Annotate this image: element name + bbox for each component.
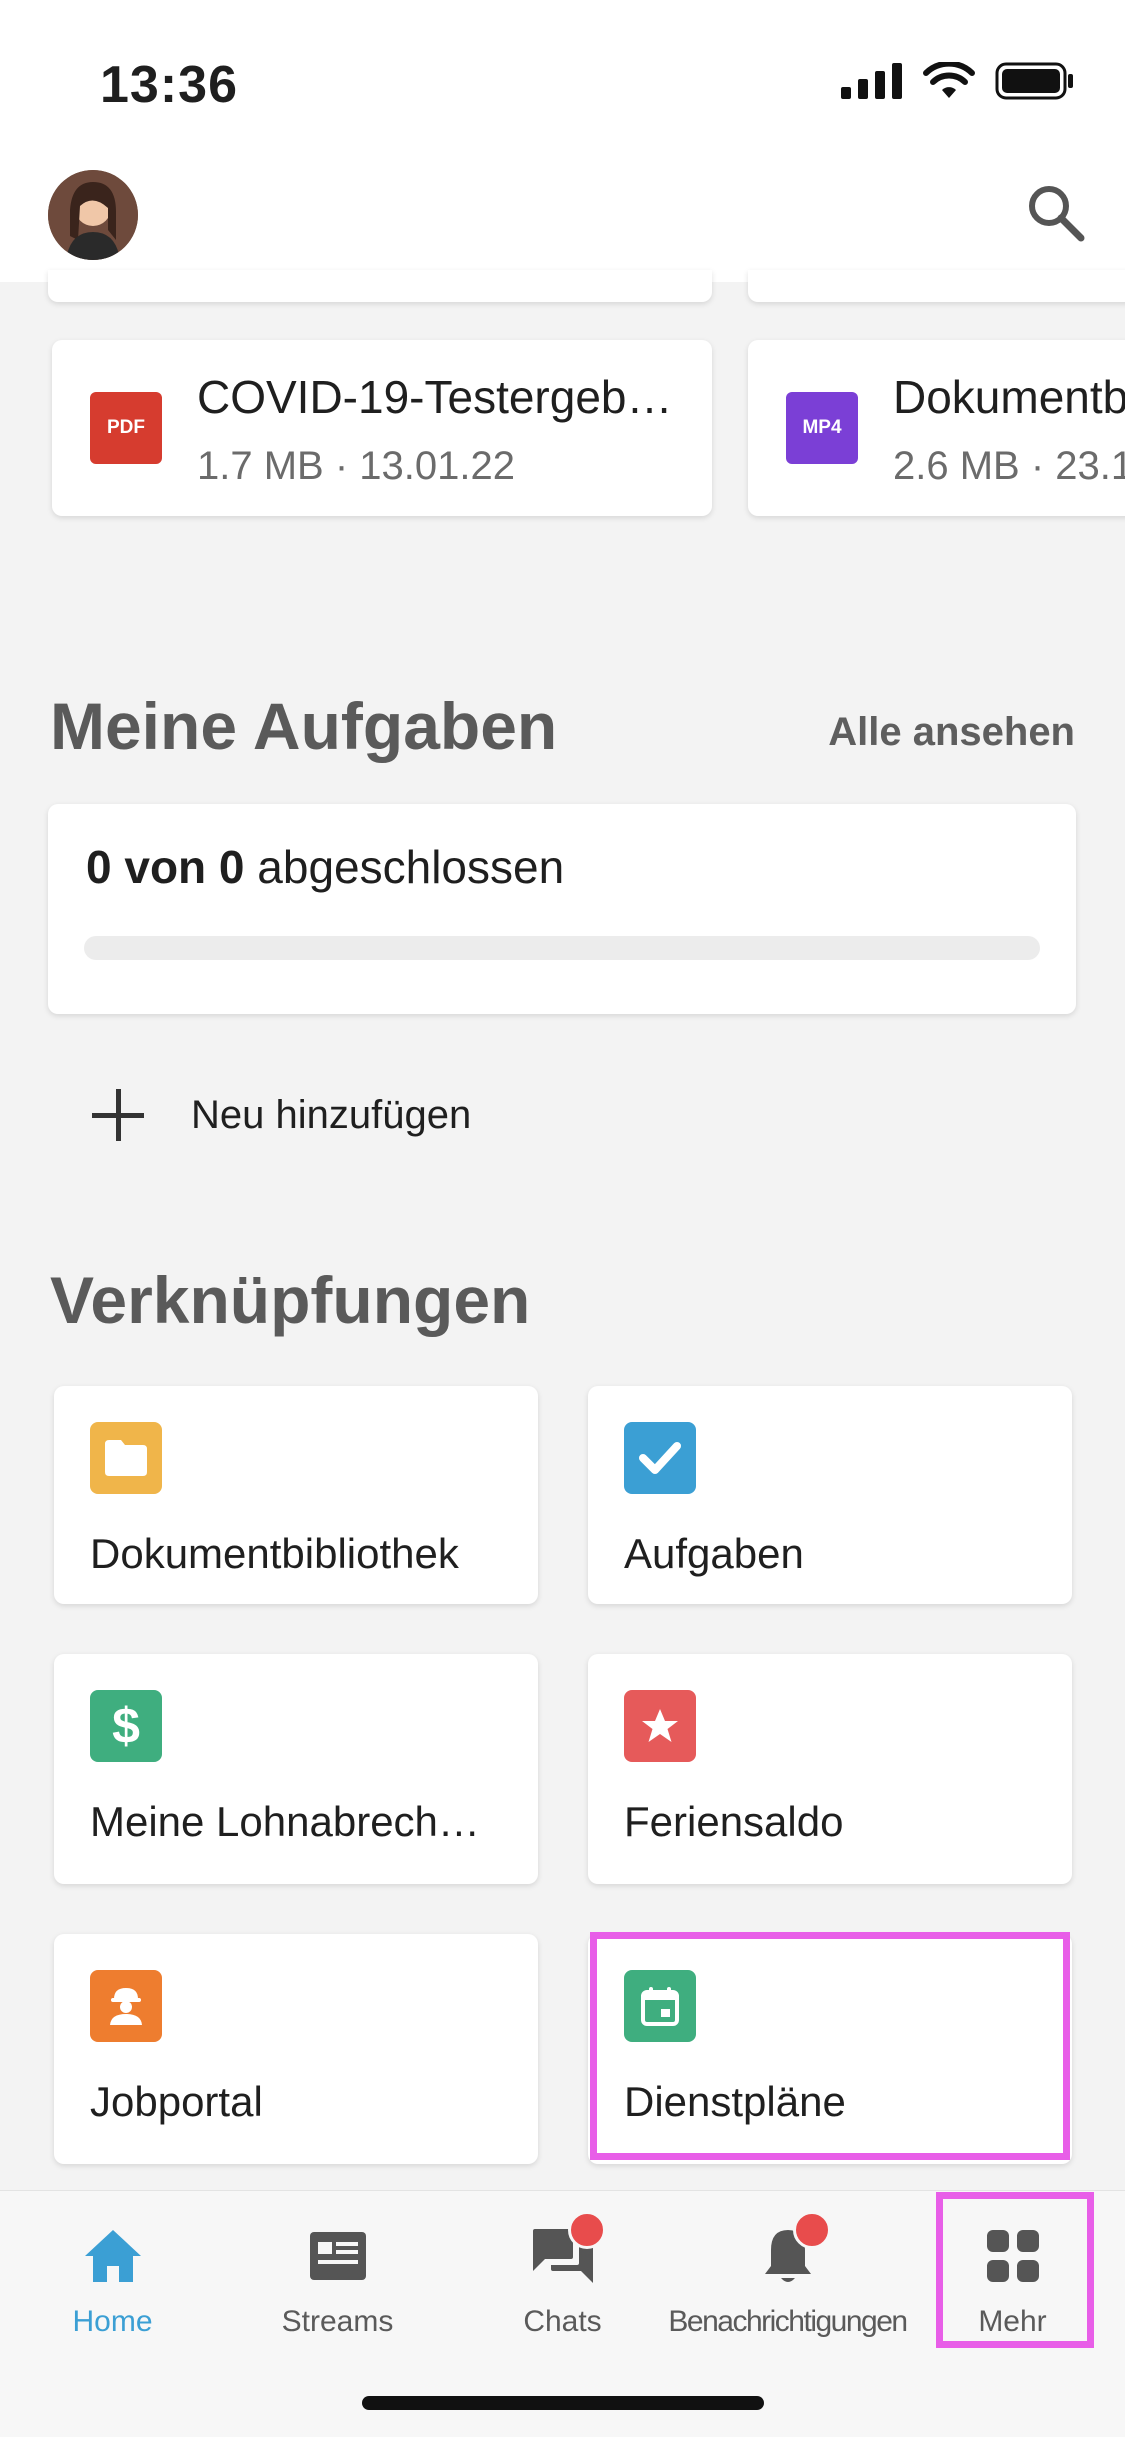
mp4-file-icon: MP4: [786, 392, 858, 464]
shortcut-jobportal[interactable]: Jobportal: [54, 1934, 538, 2164]
shortcut-label: Aufgaben: [624, 1530, 804, 1577]
star-icon: [624, 1690, 696, 1762]
search-icon[interactable]: [1025, 182, 1087, 244]
add-task-button[interactable]: Neu hinzufügen: [90, 1085, 471, 1145]
file-name: Dokumentb: [893, 371, 1125, 423]
battery-icon: [995, 62, 1073, 100]
shortcut-label: Dokumentbibliothek: [90, 1530, 459, 1577]
nav-chats[interactable]: Chats: [450, 2191, 675, 2351]
home-icon: [78, 2221, 148, 2291]
shortcut-feriensaldo[interactable]: Feriensaldo: [588, 1654, 1072, 1884]
highlight-mehr: [936, 2192, 1094, 2348]
checkbox-icon: [624, 1422, 696, 1494]
pdf-file-icon: PDF: [90, 392, 162, 464]
nav-label: Benachrichtigungen: [668, 2305, 908, 2338]
nav-home[interactable]: Home: [0, 2191, 225, 2351]
nav-benachrichtigungen[interactable]: Benachrichtigungen: [668, 2191, 908, 2351]
file-card[interactable]: MP4 Dokumentb 2.6 MB · 23.1: [748, 340, 1125, 516]
nav-label: Home: [72, 2305, 153, 2338]
file-card-remnant: [748, 270, 1125, 302]
file-name: COVID-19-Testergeb…: [197, 371, 673, 423]
nav-streams[interactable]: Streams: [225, 2191, 450, 2351]
shortcuts-section-title: Verknüpfungen: [50, 1263, 531, 1337]
file-card-remnant: [48, 270, 712, 302]
highlight-dienstplaene: [590, 1932, 1070, 2160]
tasks-summary-card[interactable]: 0 von 0 abgeschlossen: [48, 804, 1076, 1014]
nav-label: Chats: [523, 2305, 602, 2338]
shortcut-aufgaben[interactable]: Aufgaben: [588, 1386, 1072, 1604]
folder-icon: [90, 1422, 162, 1494]
chats-icon: [528, 2211, 606, 2291]
worker-icon: [90, 1970, 162, 2042]
tasks-count: 0 von 0: [86, 841, 245, 893]
signal-icon: [841, 63, 902, 99]
shortcut-label: Meine Lohnabrech…: [90, 1798, 480, 1845]
bell-icon: [753, 2211, 831, 2291]
streams-icon: [303, 2221, 373, 2291]
file-meta: 1.7 MB · 13.01.22: [197, 444, 515, 488]
shortcut-label: Jobportal: [90, 2078, 263, 2125]
tasks-progress-bar: [84, 936, 1040, 960]
avatar[interactable]: [48, 170, 138, 260]
wifi-icon: [923, 62, 975, 98]
nav-label: Streams: [281, 2305, 394, 2338]
dollar-icon: $: [90, 1690, 162, 1762]
status-icons: [841, 62, 1075, 100]
top-bar: [0, 150, 1125, 282]
tasks-status-label: abgeschlossen: [257, 841, 565, 893]
add-task-label: Neu hinzufügen: [191, 1092, 472, 1137]
shortcut-dokumentbibliothek[interactable]: Dokumentbibliothek: [54, 1386, 538, 1604]
shortcut-lohnabrechnung[interactable]: $ Meine Lohnabrech…: [54, 1654, 538, 1884]
tasks-section-title: Meine Aufgaben: [50, 689, 558, 763]
plus-icon: [90, 1087, 146, 1143]
chats-notification-dot: [567, 2211, 606, 2249]
shortcut-label: Feriensaldo: [624, 1798, 844, 1845]
status-bar: 13:36: [0, 0, 1125, 170]
file-meta: 2.6 MB · 23.1: [893, 444, 1125, 488]
file-card[interactable]: PDF COVID-19-Testergeb… 1.7 MB · 13.01.2…: [52, 340, 712, 516]
home-indicator: [362, 2396, 764, 2410]
status-time: 13:36: [100, 56, 238, 114]
see-all-link[interactable]: Alle ansehen: [828, 710, 1075, 755]
notifications-dot: [792, 2211, 831, 2249]
tasks-status: 0 von 0 abgeschlossen: [86, 840, 564, 894]
